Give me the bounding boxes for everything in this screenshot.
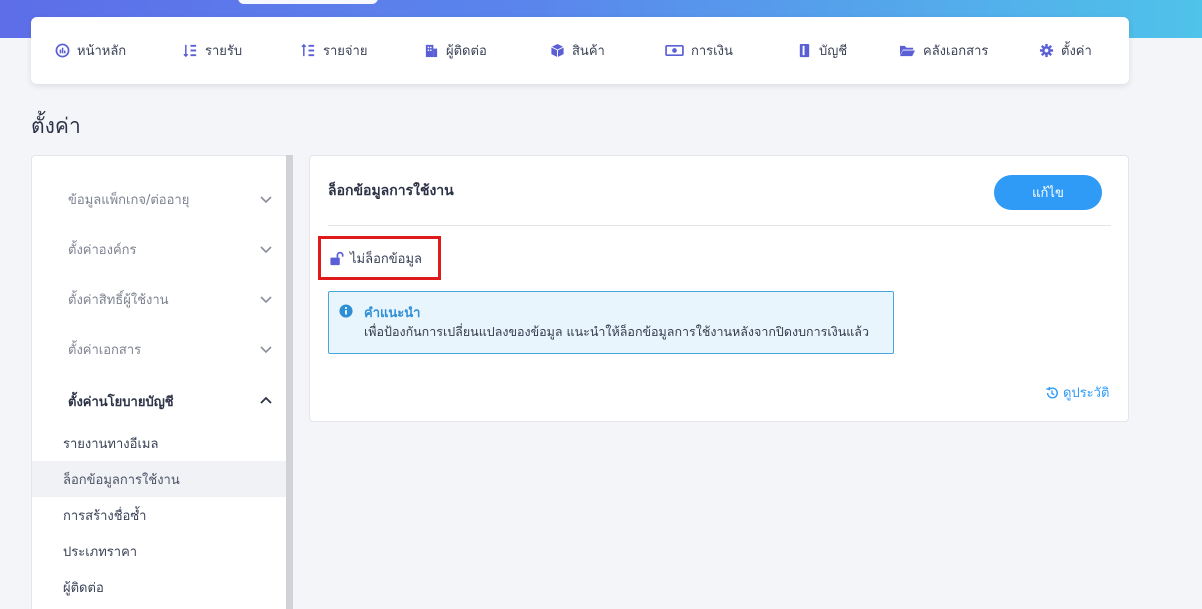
sidebar-item-duplicate-names[interactable]: การสร้างชื่อซ้ำ: [32, 497, 286, 533]
sidebar-item-data-lock[interactable]: ล็อกข้อมูลการใช้งาน: [32, 461, 286, 497]
sidebar-group-documents[interactable]: ตั้งค่าเอกสาร: [68, 334, 273, 364]
money-icon: [665, 44, 684, 56]
sidebar-group-label: ตั้งค่าสิทธิ์ผู้ใช้งาน: [68, 292, 169, 308]
nav-item-contacts[interactable]: ผู้ติดต่อ: [424, 39, 487, 61]
lock-status: ไม่ล็อกข้อมูล: [318, 236, 441, 280]
nav-item-accounting[interactable]: บัญชี: [797, 39, 847, 61]
nav-item-products[interactable]: สินค้า: [550, 39, 605, 61]
nav-item-label: หน้าหลัก: [77, 43, 127, 59]
sidebar-group-permissions[interactable]: ตั้งค่าสิทธิ์ผู้ใช้งาน: [68, 284, 273, 314]
nav-item-label: คลังเอกสาร: [923, 43, 989, 59]
main-nav: หน้าหลัก รายรับ รายจ่าย ผู้ติดต่อ สินค้า…: [31, 17, 1129, 84]
contacts-icon: [425, 44, 438, 57]
sidebar-group-package[interactable]: ข้อมูลแพ็กเกจ/ต่ออายุ: [68, 184, 273, 214]
unlock-icon: [330, 251, 344, 265]
sidebar-group-label: ตั้งค่านโยบายบัญชี: [68, 394, 174, 410]
box-icon: [551, 43, 564, 57]
settings-sidebar: ข้อมูลแพ็กเกจ/ต่ออายุ ตั้งค่าองค์กร ตั้ง…: [31, 155, 293, 609]
nav-item-settings[interactable]: ตั้งค่า: [1039, 39, 1092, 61]
edit-button[interactable]: แก้ไข: [994, 175, 1102, 210]
nav-item-label: รายจ่าย: [323, 43, 368, 59]
data-lock-card: ล็อกข้อมูลการใช้งาน แก้ไข ไม่ล็อกข้อมูล …: [309, 155, 1129, 422]
nav-item-label: ผู้ติดต่อ: [446, 43, 487, 59]
nav-item-label: สินค้า: [572, 43, 605, 59]
divider: [328, 225, 1111, 226]
chevron-down-icon: [260, 346, 272, 354]
nav-item-label: การเงิน: [691, 43, 733, 59]
sidebar-scrollbar[interactable]: [286, 155, 293, 609]
sidebar-item-label: ประเภทราคา: [63, 544, 138, 560]
info-icon: [339, 304, 353, 318]
nav-item-documents[interactable]: คลังเอกสาร: [899, 39, 988, 61]
sidebar-group-accounting-policy[interactable]: ตั้งค่านโยบายบัญชี: [68, 386, 273, 416]
sidebar-group-label: ตั้งค่าองค์กร: [68, 242, 137, 258]
gear-icon: [1039, 43, 1054, 57]
nav-item-label: บัญชี: [819, 43, 848, 59]
book-icon: [799, 43, 810, 57]
nav-item-expense[interactable]: รายจ่าย: [301, 39, 367, 61]
info-title: คำแนะนำ: [364, 306, 421, 321]
sidebar-item-label: รายงานทางอีเมล: [63, 436, 159, 452]
expense-icon: [301, 43, 315, 56]
chevron-down-icon: [260, 196, 272, 204]
sidebar-group-label: ข้อมูลแพ็กเกจ/ต่ออายุ: [68, 192, 190, 208]
header-pill[interactable]: [238, 0, 378, 4]
history-label: ดูประวัติ: [1063, 386, 1110, 401]
sidebar-item-contacts[interactable]: ผู้ติดต่อ: [32, 569, 286, 605]
info-text: เพื่อป้องกันการเปลี่ยนแปลงของข้อมูล แนะน…: [364, 324, 869, 339]
income-icon: [183, 44, 197, 57]
chevron-up-icon: [260, 396, 272, 404]
sidebar-item-label: การสร้างชื่อซ้ำ: [63, 508, 147, 524]
page-title: ตั้งค่า: [31, 114, 81, 138]
sidebar-item-email-report[interactable]: รายงานทางอีเมล: [32, 425, 286, 461]
chevron-down-icon: [260, 246, 272, 254]
nav-item-income[interactable]: รายรับ: [183, 39, 242, 61]
chevron-down-icon: [260, 296, 272, 304]
sidebar-item-label: ผู้ติดต่อ: [63, 580, 104, 596]
card-title: ล็อกข้อมูลการใช้งาน: [328, 183, 454, 199]
folder-icon: [900, 45, 915, 56]
history-icon: [1046, 386, 1058, 398]
nav-item-finance[interactable]: การเงิน: [665, 39, 733, 61]
history-link[interactable]: ดูประวัติ: [1045, 382, 1109, 403]
lock-status-label: ไม่ล็อกข้อมูล: [350, 251, 422, 267]
sidebar-item-label: ล็อกข้อมูลการใช้งาน: [63, 472, 180, 488]
dashboard-icon: [55, 43, 70, 57]
sidebar-item-price-types[interactable]: ประเภทราคา: [32, 533, 286, 569]
sidebar-group-organization[interactable]: ตั้งค่าองค์กร: [68, 234, 273, 264]
nav-item-label: ตั้งค่า: [1061, 43, 1092, 59]
info-box: คำแนะนำ เพื่อป้องกันการเปลี่ยนแปลงของข้อ…: [328, 291, 894, 354]
nav-item-label: รายรับ: [205, 43, 243, 59]
nav-item-dashboard[interactable]: หน้าหลัก: [55, 39, 126, 61]
sidebar-group-label: ตั้งค่าเอกสาร: [68, 342, 142, 358]
